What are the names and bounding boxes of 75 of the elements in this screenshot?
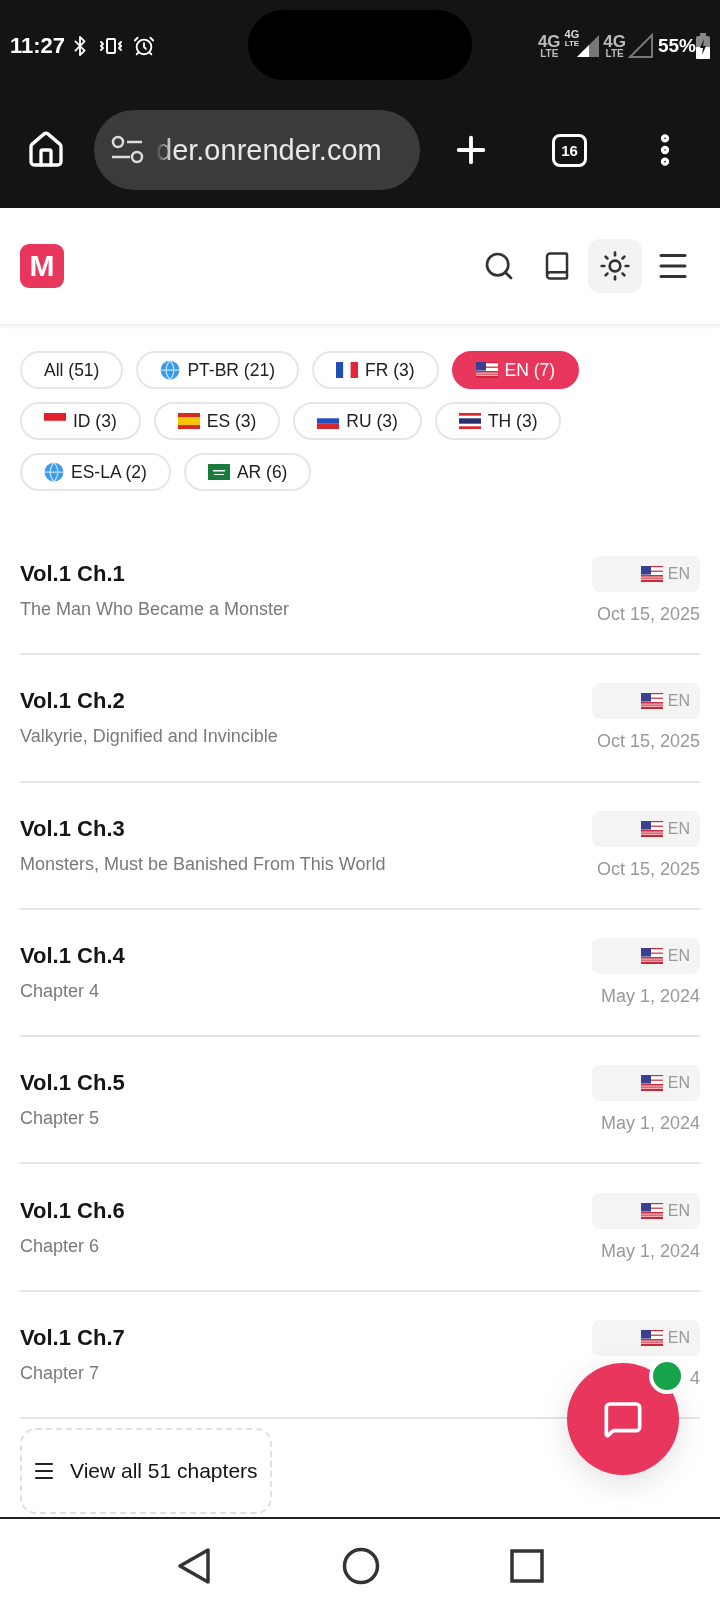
url-text: der.onrender.com: [156, 133, 382, 167]
alarm-icon: [133, 35, 156, 57]
network-type: 4G LTE: [603, 33, 626, 59]
flag-icon: [640, 948, 663, 965]
sun-icon[interactable]: [599, 250, 631, 282]
chapter-date: May 1, 2024: [600, 1240, 700, 1262]
language-filter-chip[interactable]: ID (3): [20, 402, 141, 440]
chapter-subtitle: Chapter 4: [20, 981, 100, 1003]
language-filter-chip[interactable]: PT-BR (21): [136, 351, 299, 389]
view-all-chapters-button[interactable]: View all 51 chapters: [20, 1428, 272, 1515]
chapter-subtitle: Chapter 7: [20, 1362, 100, 1384]
search-icon[interactable]: [483, 250, 515, 282]
language-filter-chip[interactable]: AR (6): [183, 453, 312, 491]
home-nav-button[interactable]: [342, 1546, 380, 1585]
chapter-title[interactable]: Vol.1 Ch.1: [20, 561, 125, 588]
language-filter-chip[interactable]: ES (3): [153, 402, 281, 440]
flag-icon: [317, 413, 340, 429]
flag-icon: [640, 693, 663, 710]
language-badge: EN: [592, 556, 700, 593]
language-badge: EN: [592, 938, 700, 975]
language-filter-chip[interactable]: RU (3): [293, 402, 422, 440]
chapter-date: May 1, 2024: [600, 986, 700, 1008]
language-filter-chip[interactable]: EN (7): [451, 351, 580, 389]
chapter-title[interactable]: Vol.1 Ch.3: [20, 815, 125, 842]
chapter-title[interactable]: Vol.1 Ch.6: [20, 1197, 125, 1224]
back-button[interactable]: [176, 1546, 212, 1585]
chapter-subtitle: Chapter 6: [20, 1235, 100, 1257]
chapter-subtitle: Valkyrie, Dignified and Invincible: [20, 726, 278, 748]
language-filter-chip[interactable]: TH (3): [434, 402, 562, 440]
chapter-date: 4: [690, 1367, 700, 1389]
flag-icon: [44, 413, 66, 429]
chat-icon[interactable]: [603, 1399, 643, 1439]
chapter-subtitle: Monsters, Must be Banished From This World: [20, 853, 386, 875]
network-type: 4G LTE: [537, 33, 561, 59]
language-filter-chip[interactable]: All (51): [20, 351, 124, 389]
flag-icon: [207, 464, 230, 480]
chapter-date: May 1, 2024: [600, 1113, 700, 1135]
globe-icon: [160, 360, 181, 380]
chapter-date: Oct 15, 2025: [596, 731, 700, 753]
battery-level: 55%: [657, 35, 696, 57]
chapter-date: Oct 15, 2025: [596, 604, 700, 626]
language-badge: EN: [592, 683, 700, 720]
chapter-subtitle: Chapter 5: [20, 1108, 100, 1130]
network-type: 4G LTE: [564, 30, 580, 48]
flag-icon: [640, 1329, 663, 1346]
language-badge: EN: [592, 1192, 700, 1229]
recents-button[interactable]: [510, 1548, 544, 1583]
flag-icon: [475, 362, 498, 378]
flag-icon: [177, 413, 200, 429]
site-settings-icon[interactable]: [110, 135, 144, 165]
language-badge: EN: [592, 1319, 700, 1356]
flag-icon: [640, 1075, 663, 1092]
flag-icon: [335, 362, 358, 378]
tab-count-button[interactable]: 16: [552, 133, 587, 167]
flag-icon: [640, 1202, 663, 1219]
chapter-title[interactable]: Vol.1 Ch.4: [20, 943, 125, 970]
site-logo[interactable]: M: [20, 244, 64, 288]
language-badge: EN: [592, 1065, 700, 1102]
language-filter-chip[interactable]: FR (3): [311, 351, 439, 389]
home-button[interactable]: [26, 130, 66, 170]
chapter-subtitle: The Man Who Became a Monster: [20, 599, 290, 621]
globe-icon: [44, 462, 64, 482]
chapter-title[interactable]: Vol.1 Ch.5: [20, 1070, 125, 1097]
chapter-date: Oct 15, 2025: [596, 858, 700, 880]
chapter-title[interactable]: Vol.1 Ch.2: [20, 688, 125, 715]
flag-icon: [640, 566, 663, 583]
theme-toggle-button[interactable]: [588, 239, 642, 293]
flag-icon: [458, 413, 481, 429]
flag-icon: [640, 820, 663, 837]
address-bar[interactable]: der.onrender.com: [94, 110, 420, 190]
chapter-title[interactable]: Vol.1 Ch.7: [20, 1324, 125, 1351]
language-badge: EN: [592, 810, 700, 847]
language-filter-chip[interactable]: ES-LA (2): [20, 453, 171, 491]
battery-icon: [696, 33, 710, 59]
clock-time: 11:27: [10, 33, 66, 59]
